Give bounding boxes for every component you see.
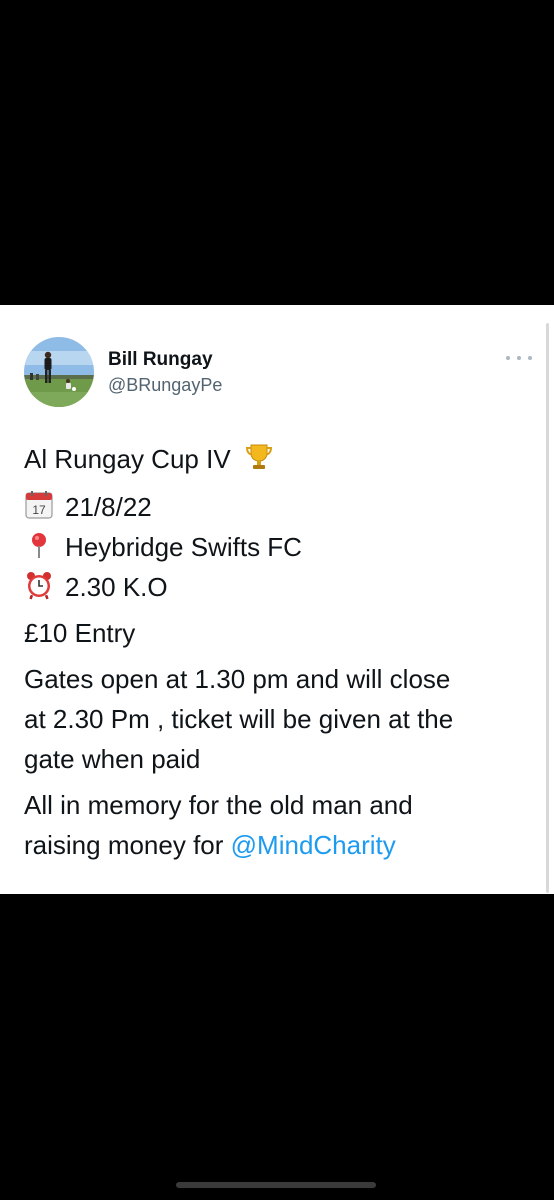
gates-line: gate when paid — [24, 744, 201, 774]
gates-line: Gates open at 1.30 pm and will close — [24, 664, 451, 694]
scroll-indicator[interactable] — [546, 323, 549, 893]
tweet-title-line: Al Rungay Cup IV — [24, 439, 529, 479]
memory-line: raising money for @MindCharity — [24, 825, 529, 865]
memory-text: raising money for — [24, 830, 231, 860]
more-dot-icon — [506, 356, 510, 360]
detail-line-venue: Heybridge Swifts FC — [24, 527, 529, 567]
more-dot-icon — [528, 356, 532, 360]
more-dot-icon — [517, 356, 521, 360]
alarm-clock-icon — [27, 572, 51, 600]
author-name[interactable]: Bill Rungay — [108, 349, 213, 371]
gates-line: at 2.30 Pm , ticket will be given at the — [24, 704, 454, 734]
pin-icon — [32, 533, 46, 558]
author-handle[interactable]: @BRungayPe — [108, 375, 222, 396]
tweet-text: Al Rungay Cup IV 17 21/8/22 Heybridge Sw… — [24, 439, 529, 865]
tweet-title: Al Rungay Cup IV — [24, 444, 231, 474]
trophy-icon — [245, 444, 272, 469]
avatar[interactable] — [24, 337, 94, 407]
event-venue: Heybridge Swifts FC — [65, 532, 302, 562]
more-options-button[interactable] — [506, 351, 532, 365]
memory-line: All in memory for the old man and — [24, 790, 413, 820]
calendar-icon: 17 — [25, 491, 53, 519]
event-date: 21/8/22 — [65, 492, 152, 522]
kick-off-time: 2.30 K.O — [65, 572, 168, 602]
memory-paragraph: All in memory for the old man and raisin… — [24, 785, 529, 865]
home-indicator[interactable] — [176, 1182, 376, 1188]
entry-fee: £10 Entry — [24, 618, 136, 648]
detail-line-time: 2.30 K.O — [24, 567, 529, 607]
gates-paragraph: Gates open at 1.30 pm and will close at … — [24, 659, 529, 779]
calendar-day: 17 — [32, 503, 46, 517]
detail-line-date: 17 21/8/22 — [24, 487, 529, 527]
mention-link[interactable]: @MindCharity — [231, 830, 396, 860]
avatar-photo — [24, 337, 94, 407]
tweet-card: Bill Rungay @BRungayPe Al Rungay Cup IV — [0, 305, 554, 894]
